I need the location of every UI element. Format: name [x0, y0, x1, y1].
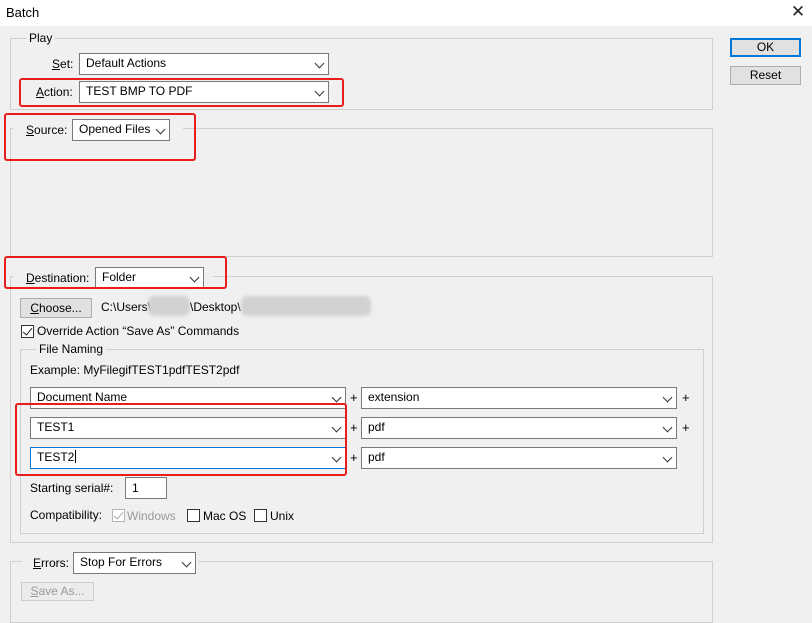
naming-row1-right-dropdown[interactable]: extension	[361, 387, 677, 409]
compatibility-label: Compatibility:	[30, 508, 103, 522]
redacted-folder	[241, 296, 371, 316]
window-title: Batch	[6, 5, 40, 20]
destination-path-prefix: C:\Users\	[101, 300, 152, 314]
plus-sign: +	[682, 420, 690, 435]
reset-button[interactable]: Reset	[730, 66, 801, 85]
unix-label: Unix	[270, 509, 295, 523]
naming-row2-right-dropdown[interactable]: pdf	[361, 417, 677, 439]
windows-label: Windows	[127, 509, 176, 523]
chevron-down-icon	[662, 452, 673, 463]
starting-serial-input[interactable]: 1	[125, 477, 167, 499]
set-dropdown[interactable]: Default Actions	[79, 53, 329, 75]
mac-os-label: Mac OS	[203, 509, 247, 523]
close-icon[interactable]: ✕	[786, 1, 810, 25]
naming-row1-left-value: Document Name	[37, 390, 128, 404]
play-legend: Play	[26, 31, 56, 45]
naming-row1-right-value: extension	[368, 390, 420, 404]
choose-button[interactable]: Choose...	[20, 298, 92, 318]
naming-row3-right-value: pdf	[368, 450, 385, 464]
set-label: Set:	[52, 57, 74, 71]
title-bar	[0, 0, 812, 26]
unix-checkbox[interactable]	[254, 509, 267, 522]
errors-label: Errors:	[33, 556, 70, 570]
highlight-source	[4, 113, 196, 161]
chevron-down-icon	[331, 392, 342, 403]
highlight-action	[19, 78, 344, 107]
chevron-down-icon	[662, 392, 673, 403]
errors-value: Stop For Errors	[80, 555, 163, 569]
plus-sign: +	[350, 420, 358, 435]
override-label: Override Action “Save As” Commands	[37, 324, 240, 338]
redacted-username	[148, 296, 190, 316]
plus-sign: +	[682, 390, 690, 405]
naming-example: Example: MyFilegifTEST1pdfTEST2pdf	[30, 363, 240, 377]
chevron-down-icon	[662, 422, 673, 433]
chevron-down-icon	[314, 58, 325, 69]
chevron-down-icon	[181, 557, 192, 568]
naming-row3-right-dropdown[interactable]: pdf	[361, 447, 677, 469]
save-as-button: Save As...	[21, 582, 94, 601]
mac-os-checkbox[interactable]	[187, 509, 200, 522]
errors-dropdown[interactable]: Stop For Errors	[73, 552, 196, 574]
highlight-destination	[4, 256, 227, 289]
plus-sign: +	[350, 390, 358, 405]
set-value: Default Actions	[86, 56, 167, 70]
ok-button[interactable]: OK	[730, 38, 801, 57]
file-naming-legend: File Naming	[36, 342, 107, 356]
override-checkbox[interactable]	[21, 325, 34, 338]
naming-row2-right-value: pdf	[368, 420, 385, 434]
highlight-naming-rows	[15, 403, 347, 476]
windows-checkbox	[112, 509, 125, 522]
plus-sign: +	[350, 450, 358, 465]
starting-serial-label: Starting serial#:	[30, 481, 114, 495]
destination-path-middle: \Desktop\	[190, 300, 241, 314]
